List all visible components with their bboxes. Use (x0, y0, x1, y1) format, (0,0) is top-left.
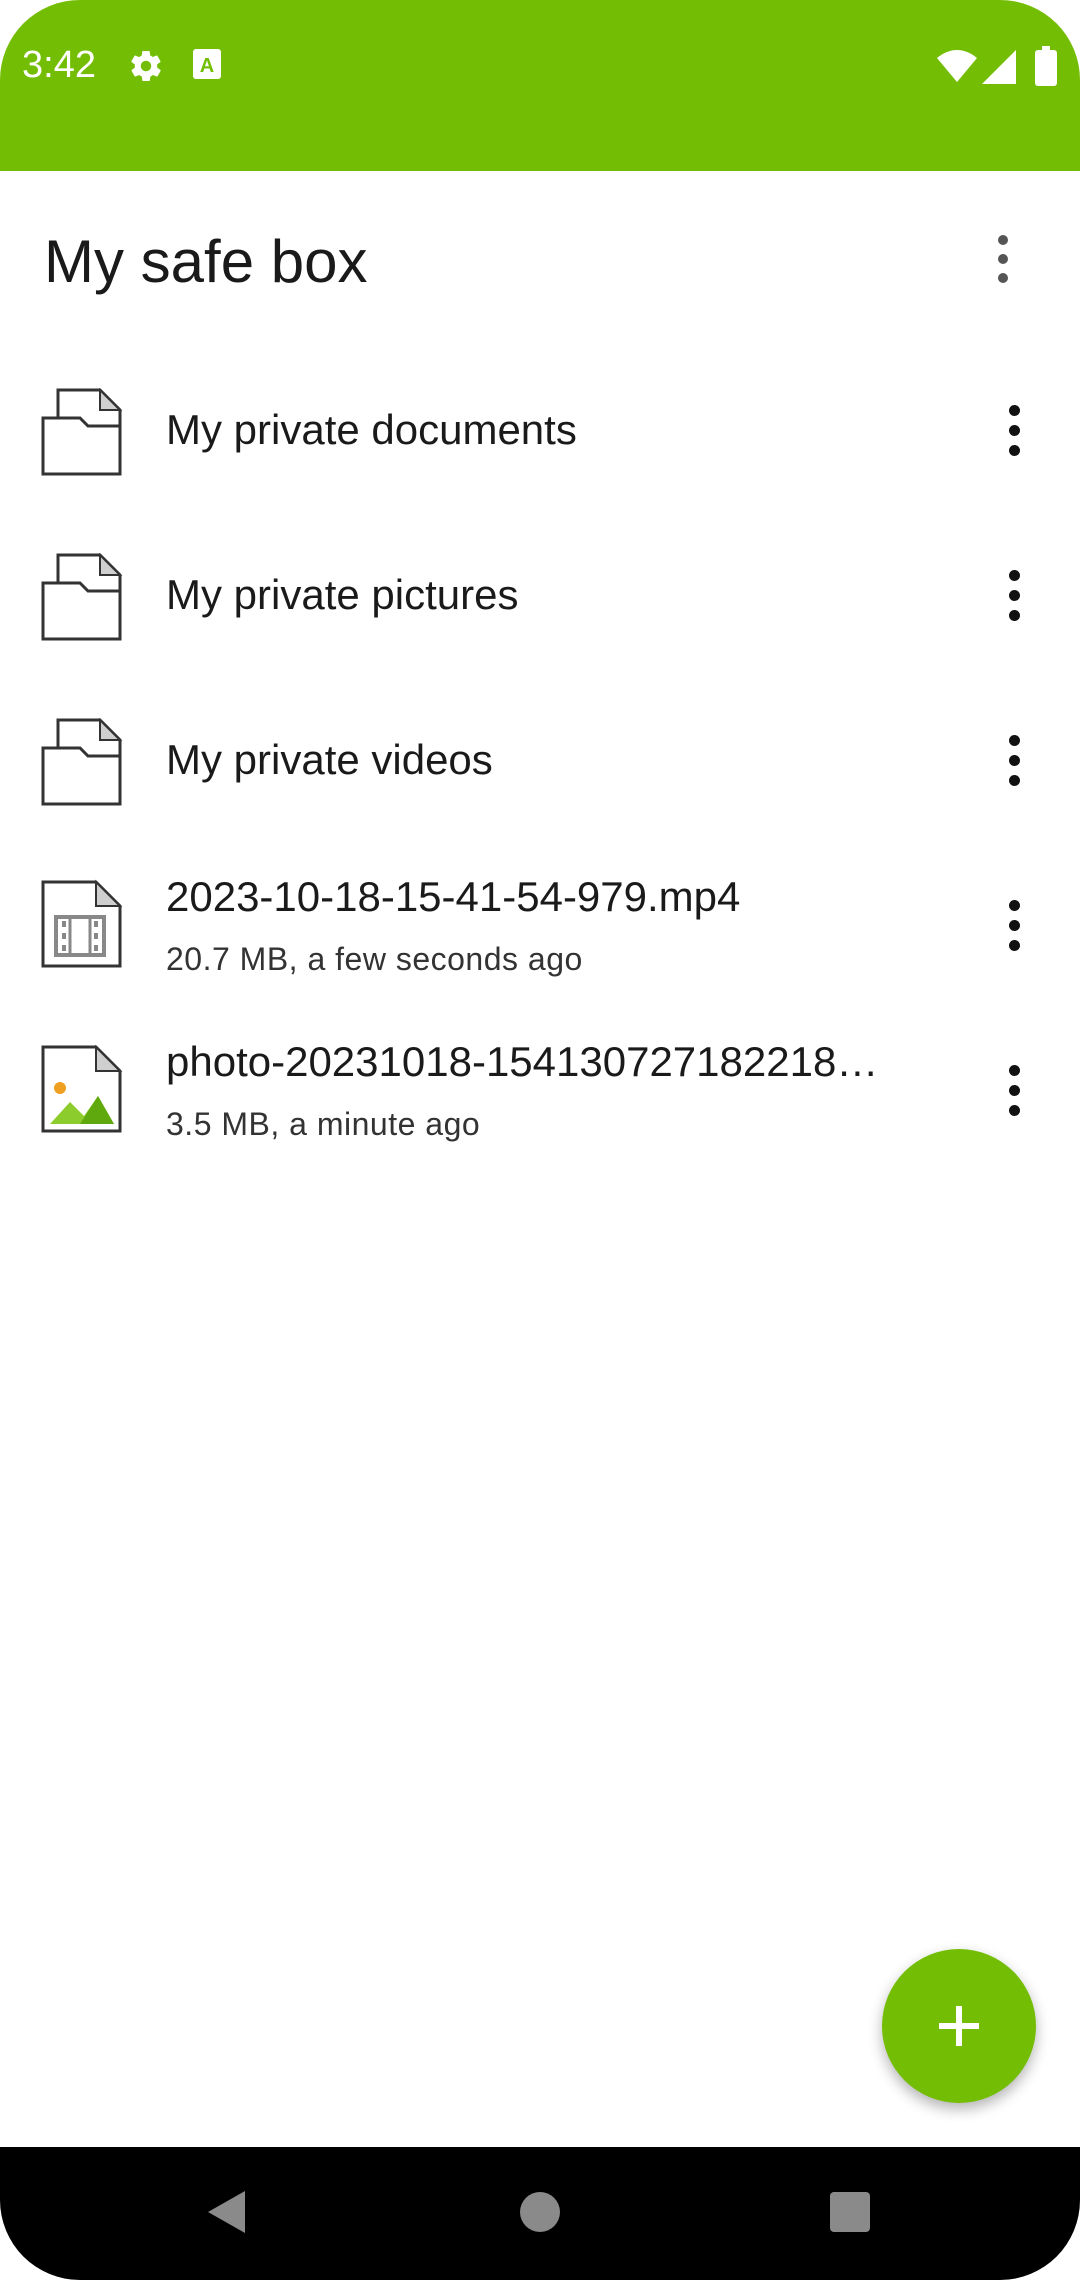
list-item[interactable]: photo-20231018-154130727182218… 3.5 MB, … (0, 1008, 1080, 1173)
more-vert-icon (1008, 404, 1020, 416)
status-time: 3:42 (22, 44, 96, 86)
wifi-icon (937, 50, 977, 87)
more-vert-icon-dot (1008, 919, 1020, 931)
more-vert-icon (1008, 569, 1020, 581)
item-subtitle: 3.5 MB, a minute ago (166, 1106, 481, 1142)
list-item[interactable]: My private documents (0, 348, 1080, 513)
more-vert-icon-dot (1008, 939, 1020, 951)
folder-icon (40, 387, 126, 478)
image-file-icon (40, 1044, 126, 1134)
signal-icon (982, 50, 1016, 89)
item-title: photo-20231018-154130727182218… (166, 1038, 879, 1085)
plus-icon (939, 2006, 979, 2046)
navigation-bar (0, 2147, 1080, 2280)
more-vert-icon-dot (998, 254, 1008, 264)
list-item[interactable]: 2023-10-18-15-41-54-979.mp4 20.7 MB, a f… (0, 843, 1080, 1008)
item-subtitle: 20.7 MB, a few seconds ago (166, 941, 583, 977)
item-menu-button[interactable] (984, 390, 1044, 470)
item-menu-button[interactable] (984, 720, 1044, 800)
more-vert-icon (1008, 899, 1020, 911)
item-title: My private pictures (166, 571, 519, 618)
keyboard-a-icon: A (192, 48, 222, 85)
more-vert-icon (1008, 1064, 1020, 1076)
folder-icon (40, 552, 126, 643)
app-bar: My safe box (0, 171, 1080, 351)
recents-button[interactable] (815, 2177, 885, 2247)
gear-icon (128, 48, 164, 89)
more-vert-icon-dot (1008, 774, 1020, 786)
list-item[interactable]: My private pictures (0, 513, 1080, 678)
battery-icon (1035, 46, 1057, 91)
recents-icon (830, 2192, 870, 2232)
more-vert-icon-dot (1008, 444, 1020, 456)
list-item[interactable]: My private videos (0, 678, 1080, 843)
item-title: My private documents (166, 406, 577, 453)
more-vert-icon-dot (1008, 424, 1020, 436)
more-vert-icon-dot (998, 273, 1008, 283)
home-button[interactable] (505, 2177, 575, 2247)
item-menu-button[interactable] (984, 555, 1044, 635)
item-title: My private videos (166, 736, 493, 783)
item-menu-button[interactable] (984, 1050, 1044, 1130)
page-title: My safe box (44, 228, 368, 295)
video-file-icon (40, 879, 126, 969)
more-vert-icon-dot (1008, 589, 1020, 601)
item-menu-button[interactable] (984, 885, 1044, 965)
back-icon (208, 2191, 245, 2233)
status-bar: 3:42 A (0, 0, 1080, 171)
folder-icon (40, 717, 126, 808)
item-title: 2023-10-18-15-41-54-979.mp4 (166, 873, 741, 920)
more-vert-icon (998, 235, 1008, 245)
more-vert-icon-dot (1008, 1104, 1020, 1116)
home-icon (520, 2192, 560, 2232)
more-vert-icon (1008, 734, 1020, 746)
more-options-button[interactable] (973, 219, 1033, 299)
more-vert-icon-dot (1008, 754, 1020, 766)
svg-text:A: A (200, 55, 214, 77)
more-vert-icon-dot (1008, 1084, 1020, 1096)
add-button[interactable] (882, 1949, 1036, 2103)
more-vert-icon-dot (1008, 609, 1020, 621)
back-button[interactable] (190, 2177, 260, 2247)
